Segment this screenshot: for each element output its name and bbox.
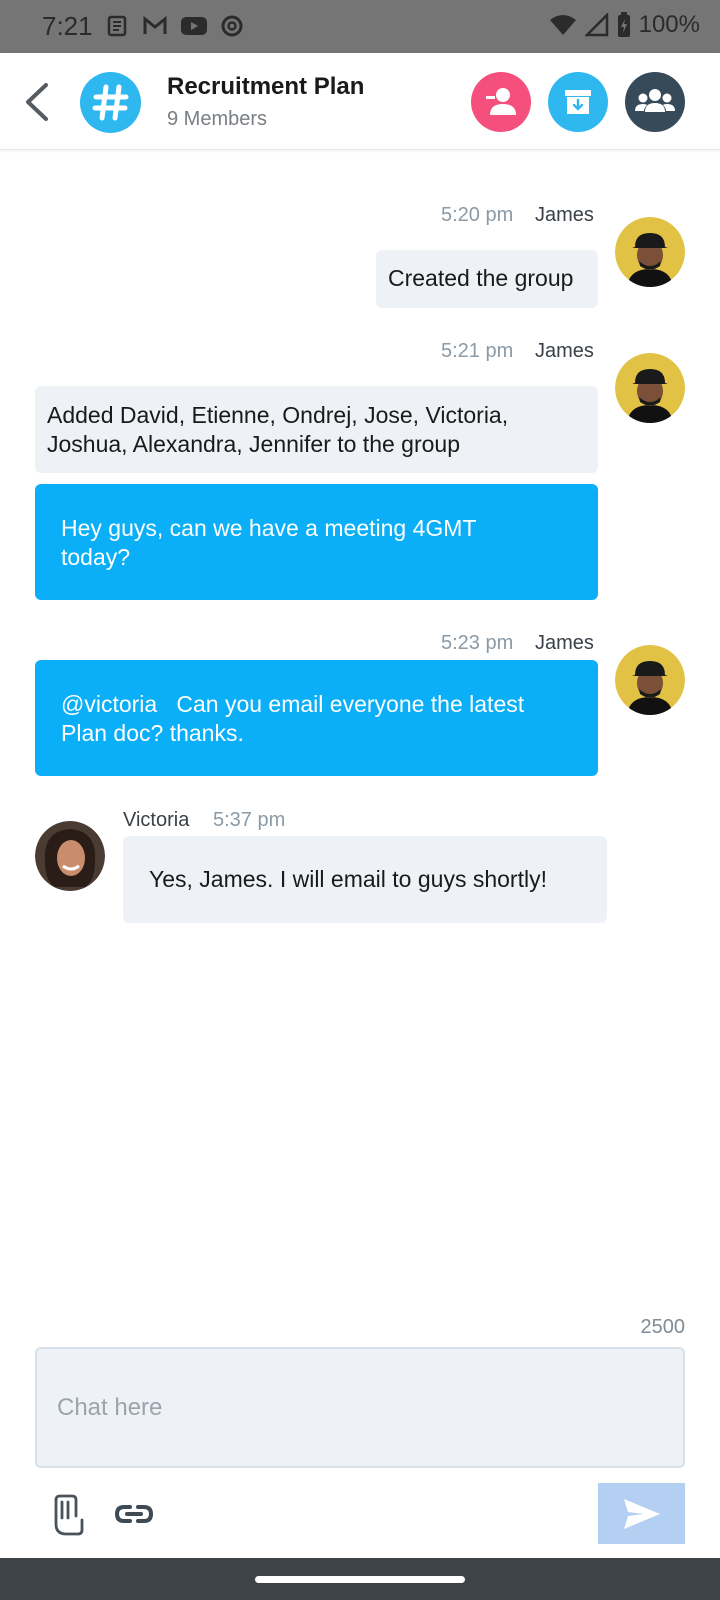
message-time: 5:23 pm	[441, 632, 514, 654]
avatar[interactable]	[35, 821, 105, 891]
members-icon	[635, 89, 675, 112]
sender-name: James	[535, 340, 594, 362]
message-meta: Victoria	[123, 809, 189, 832]
page-title: Recruitment Plan	[167, 73, 365, 100]
gmail-icon	[143, 15, 167, 34]
back-icon[interactable]	[22, 81, 52, 123]
message-meta: James	[535, 340, 594, 363]
message-bubble: Hey guys, can we have a meeting 4GMT tod…	[35, 484, 598, 600]
sender-name: Victoria	[123, 809, 190, 831]
message-meta: 5:37 pm	[213, 809, 285, 832]
avatar[interactable]	[615, 645, 685, 715]
archive-icon	[565, 90, 591, 114]
remove-user-icon	[486, 88, 516, 115]
remove-user-button[interactable]	[471, 72, 531, 132]
sender-name: James	[535, 204, 594, 226]
at-circle-icon	[221, 15, 243, 37]
battery-percent: 100%	[638, 11, 700, 38]
chat-input[interactable]	[35, 1347, 685, 1468]
youtube-icon	[181, 17, 207, 35]
message-bubble: Added David, Etienne, Ondrej, Jose, Vict…	[35, 386, 598, 473]
message-meta: James	[535, 632, 594, 655]
attachment-icon[interactable]	[48, 1494, 84, 1536]
link-icon[interactable]	[113, 1498, 155, 1530]
message-bubble: Yes, James. I will email to guys shortly…	[123, 836, 607, 923]
sender-name: James	[535, 632, 594, 654]
message-time: 5:21 pm	[441, 340, 514, 362]
hashtag-icon	[92, 84, 129, 121]
message-meta: 5:21 pm	[441, 340, 513, 363]
avatar[interactable]	[615, 353, 685, 423]
avatar[interactable]	[615, 217, 685, 287]
message-meta: James	[535, 204, 594, 227]
notification-icons	[106, 14, 244, 38]
channel-avatar	[80, 72, 141, 133]
system-icons: 100%	[549, 11, 700, 39]
message-bubble: Created the group	[376, 250, 598, 308]
battery-icon	[617, 12, 630, 37]
chat-header: Recruitment Plan 9 Members	[0, 53, 720, 150]
navigation-bar	[0, 1558, 720, 1600]
message-time: 5:20 pm	[441, 204, 514, 226]
status-bar: 7:21 100%	[0, 0, 720, 53]
wifi-icon	[549, 15, 576, 35]
member-count: 9 Members	[167, 108, 268, 130]
send-button[interactable]	[598, 1483, 685, 1544]
send-icon	[623, 1498, 660, 1529]
character-count: 2500	[640, 1316, 686, 1338]
status-time: 7:21	[42, 11, 93, 41]
message-meta: 5:20 pm	[441, 204, 513, 227]
message-meta: 5:23 pm	[441, 632, 513, 655]
home-handle[interactable]	[255, 1576, 465, 1583]
signal-icon	[584, 13, 608, 37]
archive-button[interactable]	[548, 72, 608, 132]
news-icon	[107, 15, 127, 37]
members-button[interactable]	[625, 72, 685, 132]
message-bubble: @victoria Can you email everyone the lat…	[35, 660, 598, 776]
message-time: 5:37 pm	[213, 809, 286, 831]
